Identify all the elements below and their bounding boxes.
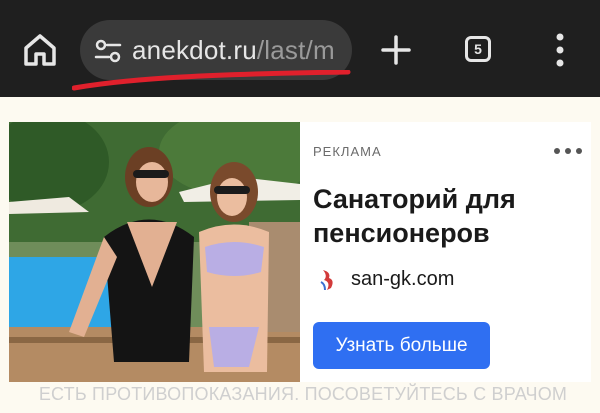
ad-disclaimer: ЕСТЬ ПРОТИВОПОКАЗАНИЯ. ПОСОВЕТУЙТЕСЬ С В… xyxy=(38,384,568,404)
learn-more-label: Узнать больше xyxy=(335,334,468,356)
ad-headline[interactable]: Санаторий для пенсионеров xyxy=(313,182,583,250)
tune-icon[interactable] xyxy=(94,37,122,65)
plus-icon[interactable] xyxy=(380,34,412,66)
red-underline-annotation xyxy=(72,70,351,91)
more-vert-icon[interactable] xyxy=(550,32,570,68)
ad-label: РЕКЛАМА xyxy=(313,144,382,159)
tab-count: 5 xyxy=(474,41,482,57)
ad-card[interactable]: РЕКЛАМА Санаторий для пенсионеров san-gk… xyxy=(9,122,591,382)
ad-domain[interactable]: san-gk.com xyxy=(351,268,454,291)
url-domain: anekdot.ru xyxy=(132,35,257,65)
advertiser-logo-icon xyxy=(320,270,333,291)
url-text[interactable]: anekdot.ru/last/m xyxy=(132,35,335,66)
learn-more-button[interactable]: Узнать больше xyxy=(313,322,490,369)
more-horiz-icon[interactable] xyxy=(553,144,583,158)
url-path: /last/m xyxy=(256,35,335,65)
tab-switcher-button[interactable]: 5 xyxy=(465,36,491,62)
browser-toolbar: anekdot.ru/last/m 5 xyxy=(0,0,600,97)
ad-image[interactable] xyxy=(9,122,300,382)
home-icon[interactable] xyxy=(20,30,60,70)
